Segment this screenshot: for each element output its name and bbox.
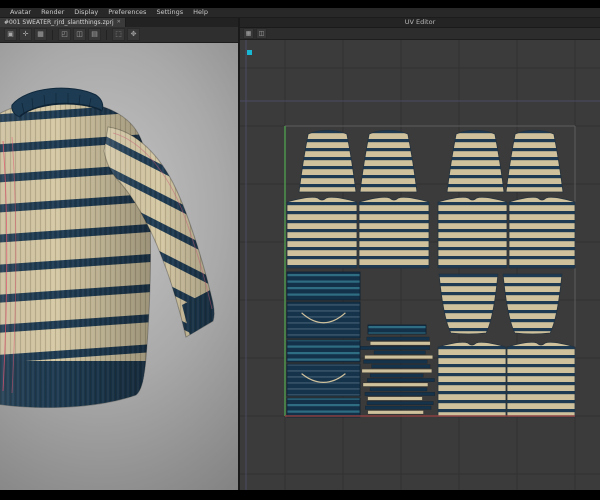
left-pane: #001 SWEATER_rjrd_slantthings.zprj ✕ ▣ ✛… [0,18,238,490]
uv-pattern-piece[interactable] [367,324,427,335]
uv-pattern-piece[interactable] [506,341,576,418]
grid-tool-icon[interactable]: ▦ [34,28,47,41]
menu-display[interactable]: Display [69,8,103,17]
uv-pattern-piece[interactable] [286,196,358,269]
uv-pattern-piece[interactable] [370,341,431,346]
uv-pattern-piece[interactable] [298,129,357,193]
uv-pattern-piece[interactable] [369,387,428,392]
uv-grid-toggle-icon[interactable]: ▦ [243,28,254,39]
sweater-3d-render [0,87,215,409]
uv-pattern-piece[interactable] [365,405,432,410]
uv-pattern-piece[interactable] [286,397,361,418]
uv-pattern-piece[interactable] [437,196,508,269]
uv-pattern-piece[interactable] [286,339,361,363]
uv-pattern-piece[interactable] [438,273,499,335]
menu-settings[interactable]: Settings [151,8,188,17]
marquee-tool-icon[interactable]: ⬚ [112,28,125,41]
menu-help[interactable]: Help [188,8,213,17]
uv-editor-title: UV Editor [240,18,600,28]
move-tool-icon[interactable]: ✛ [19,28,32,41]
tabbar: #001 SWEATER_rjrd_slantthings.zprj ✕ [0,18,238,27]
uv-pattern-piece[interactable] [364,392,436,396]
uv-pattern-piece[interactable] [286,271,361,301]
uv-pattern-piece[interactable] [373,350,426,355]
tab-close-icon[interactable]: ✕ [117,18,121,27]
uv-pattern-piece[interactable] [363,359,428,364]
pan-tool-icon[interactable]: ✥ [127,28,140,41]
garment-3d-viewport[interactable] [0,43,238,490]
uv-pattern-piece[interactable] [360,346,430,350]
uv-pattern-piece[interactable] [367,410,424,415]
uv-pattern-piece[interactable] [366,336,430,341]
marvelous-designer-app: Avatar Render Display Preferences Settin… [0,8,600,490]
uv-pattern-piece[interactable] [358,196,430,269]
letterbox-top [0,0,600,8]
letterbox-bottom [0,490,600,500]
toolbar-separator [106,29,107,40]
uv-pattern-piece[interactable] [359,129,418,193]
main-toolbar: ▣ ✛ ▦ ◰ ◫ ▤ ⬚ ✥ [0,27,238,43]
split-view-icon[interactable]: ◫ [73,28,86,41]
uv-pattern-piece[interactable] [505,129,564,193]
uv-pattern-piece[interactable] [502,273,563,335]
uv-pattern-piece[interactable] [364,355,433,359]
list-view-icon[interactable]: ▤ [88,28,101,41]
menubar: Avatar Render Display Preferences Settin… [0,8,600,18]
uv-pattern-piece[interactable] [369,373,424,378]
uv-pattern-piece[interactable] [437,341,507,418]
uv-pattern-piece[interactable] [371,364,431,369]
uv-pattern-piece[interactable] [366,401,434,405]
uv-pattern-piece[interactable] [367,396,423,401]
uv-origin-marker[interactable] [247,50,252,55]
uv-pattern-piece[interactable] [367,378,435,382]
uv-map [240,40,600,490]
uv-pattern-piece[interactable] [446,129,505,193]
project-tab-title: #001 SWEATER_rjrd_slantthings.zprj [4,19,114,26]
menu-avatar[interactable]: Avatar [5,8,36,17]
uv-editor-panel: UV Editor ▦ ◫ [240,18,600,490]
project-tab[interactable]: #001 SWEATER_rjrd_slantthings.zprj ✕ [0,18,126,27]
uv-texture-toggle-icon[interactable]: ◫ [256,28,267,39]
uv-canvas[interactable] [240,40,600,490]
uv-pattern-piece[interactable] [361,369,432,373]
uv-pattern-piece[interactable] [286,363,361,397]
box-select-icon[interactable]: ▣ [4,28,17,41]
uv-pattern-piece[interactable] [362,382,429,387]
menu-preferences[interactable]: Preferences [103,8,151,17]
uv-pattern-piece[interactable] [286,301,361,339]
uv-pattern-piece[interactable] [508,196,576,269]
layout-view-icon[interactable]: ◰ [58,28,71,41]
application-window: Avatar Render Display Preferences Settin… [0,0,600,500]
menu-render[interactable]: Render [36,8,69,17]
uv-toolbar: ▦ ◫ [240,28,600,40]
toolbar-separator [52,29,53,40]
